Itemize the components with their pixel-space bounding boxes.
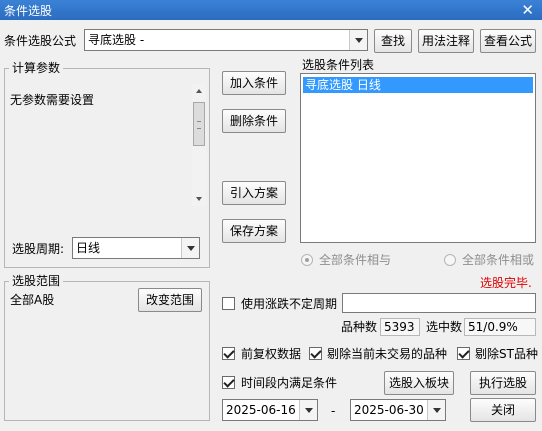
scroll-thumb[interactable]	[193, 102, 205, 146]
import-plan-button[interactable]: 引入方案	[222, 181, 286, 205]
exclude-untraded-label: 剔除当前未交易的品种	[327, 347, 448, 361]
chevron-down-icon[interactable]	[427, 400, 445, 420]
params-group-title: 计算参数	[9, 61, 64, 75]
usage-notes-button[interactable]: 用法注释	[418, 29, 474, 53]
range-value: 全部A股	[10, 293, 55, 307]
end-date-value: 2025-06-30	[354, 403, 424, 417]
list-item[interactable]: 寻底选股 日线	[303, 77, 533, 93]
adj-data-label: 前复权数据	[241, 347, 302, 361]
close-button[interactable]: 关闭	[470, 398, 536, 422]
time-period-label: 时间段内满足条件	[241, 376, 338, 390]
radio-all-and-label: 全部条件相与	[319, 253, 392, 267]
period-select-value: 日线	[76, 241, 101, 255]
formula-select-value: 寻底选股 -	[88, 33, 145, 47]
chevron-down-icon[interactable]	[349, 30, 367, 50]
end-date-picker[interactable]: 2025-06-30	[350, 399, 446, 421]
find-button[interactable]: 查找	[374, 29, 412, 53]
title-bar: 条件选股 ✕	[0, 0, 542, 20]
condition-list-title: 选股条件列表	[302, 58, 375, 72]
condition-list[interactable]: 寻底选股 日线	[300, 73, 536, 243]
period-select[interactable]: 日线	[72, 237, 200, 259]
radio-all-or-label: 全部条件相或	[462, 253, 535, 267]
start-date-picker[interactable]: 2025-06-16	[222, 399, 318, 421]
exclude-st-checkbox[interactable]	[457, 347, 470, 360]
params-text: 无参数需要设置	[10, 93, 95, 107]
add-to-block-button[interactable]: 选股入板块	[384, 371, 454, 395]
delete-condition-button[interactable]: 删除条件	[222, 109, 286, 133]
view-formula-button[interactable]: 查看公式	[480, 29, 536, 53]
selected-label: 选中数	[426, 320, 463, 334]
selected-value: 51/0.9%	[464, 318, 536, 336]
status-text: 选股完毕.	[480, 276, 532, 290]
chevron-down-icon[interactable]	[299, 400, 317, 420]
period-input[interactable]	[342, 293, 536, 313]
execute-button[interactable]: 执行选股	[470, 371, 536, 395]
exclude-st-label: 剔除ST品种	[475, 347, 538, 361]
count-value: 5393	[380, 318, 420, 336]
scroll-down-icon[interactable]	[196, 197, 202, 201]
scroll-up-icon[interactable]	[196, 89, 202, 93]
add-condition-button[interactable]: 加入条件	[222, 71, 286, 95]
period-label: 选股周期:	[12, 242, 65, 256]
window-title: 条件选股	[4, 4, 53, 18]
date-separator: -	[331, 404, 336, 418]
adj-data-checkbox[interactable]	[222, 347, 235, 360]
formula-label: 条件选股公式	[4, 34, 77, 48]
change-range-button[interactable]: 改变范围	[138, 288, 202, 312]
exclude-untraded-checkbox[interactable]	[309, 347, 322, 360]
chevron-down-icon[interactable]	[181, 238, 199, 258]
radio-all-and[interactable]	[301, 254, 313, 266]
formula-select[interactable]: 寻底选股 -	[84, 29, 368, 51]
time-period-checkbox[interactable]	[222, 376, 235, 389]
save-plan-button[interactable]: 保存方案	[222, 219, 286, 243]
count-label: 品种数	[341, 320, 378, 334]
params-scrollbar[interactable]	[192, 84, 206, 206]
close-icon[interactable]: ✕	[521, 0, 534, 20]
range-group-title: 选股范围	[9, 274, 64, 288]
use-period-checkbox[interactable]	[222, 297, 235, 310]
start-date-value: 2025-06-16	[226, 403, 296, 417]
radio-all-or[interactable]	[444, 254, 456, 266]
use-period-label: 使用涨跌不定周期	[241, 297, 338, 311]
